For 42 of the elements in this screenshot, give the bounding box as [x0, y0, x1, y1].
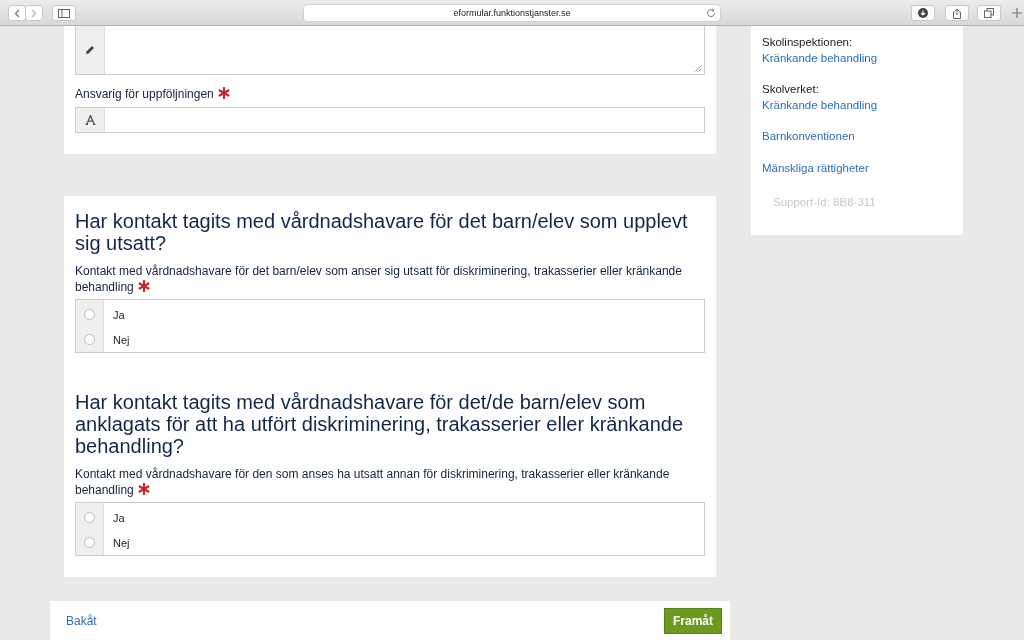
- sidebar-link[interactable]: Kränkande behandling: [762, 98, 878, 111]
- text-format-icon: [84, 115, 96, 125]
- question-heading: Har kontakt tagits med vårdnadshavare för det/de barn/elev som anklagats för att ha utfört diskriminering, trakasserier eller kränkande behandling?: [75, 391, 685, 457]
- field-label: Ansvarig för uppföljningen: [75, 87, 705, 101]
- resize-grip-icon[interactable]: [695, 65, 702, 72]
- download-icon: [918, 8, 928, 18]
- radio-button[interactable]: [84, 537, 95, 548]
- link-heading: Skolverket:: [762, 82, 820, 97]
- url-text: eformular.funktionstjanster.se: [453, 8, 571, 18]
- tabs-button[interactable]: [977, 5, 1001, 21]
- pencil-icon: [85, 45, 95, 55]
- tabs-icon: [984, 8, 994, 18]
- address-bar[interactable]: eformular.funktionstjanster.se: [303, 4, 721, 22]
- question-heading: Har kontakt tagits med vårdnadshavare för det barn/elev som upplevt sig utsatt?: [75, 210, 689, 254]
- back-link[interactable]: Bakåt: [66, 614, 97, 628]
- chevron-right-icon: [31, 8, 37, 18]
- textarea-field[interactable]: [75, 26, 705, 75]
- question-description: Kontakt med vårdnadshavare för den som anses ha utsatt annan för diskriminering, trakasserier eller kränkande behandling: [75, 466, 671, 498]
- forward-button[interactable]: [25, 5, 43, 21]
- option-label[interactable]: Nej: [113, 536, 130, 549]
- option-label[interactable]: Ja: [113, 308, 125, 321]
- radio-button[interactable]: [84, 512, 95, 523]
- new-tab-icon[interactable]: [1012, 8, 1022, 18]
- sidebar-link[interactable]: Barnkonventionen: [762, 130, 855, 142]
- sidebar-toggle-button[interactable]: [52, 5, 76, 21]
- sidebar-link[interactable]: Kränkande behandling: [762, 51, 878, 64]
- link-heading: Skolinspektionen:: [762, 35, 854, 50]
- option-label[interactable]: Nej: [113, 333, 130, 346]
- chevron-left-icon: [14, 8, 20, 18]
- question-description: Kontakt med vårdnadshavare för det barn/elev som anser sig utsatt för diskriminering, trakasserier eller kränkande behandling: [75, 263, 683, 295]
- back-button[interactable]: [8, 5, 26, 21]
- next-button[interactable]: Framåt: [664, 608, 722, 634]
- text-input-field[interactable]: [75, 107, 705, 133]
- share-icon: [952, 7, 962, 19]
- reload-icon: [706, 8, 716, 18]
- option-label[interactable]: Ja: [113, 511, 125, 524]
- sidebar-icon: [58, 8, 70, 18]
- share-button[interactable]: [945, 5, 969, 21]
- radio-button[interactable]: [84, 309, 95, 320]
- download-button[interactable]: [911, 5, 935, 21]
- sidebar-link[interactable]: Mänskliga rättigheter: [762, 161, 869, 174]
- radio-button[interactable]: [84, 334, 95, 345]
